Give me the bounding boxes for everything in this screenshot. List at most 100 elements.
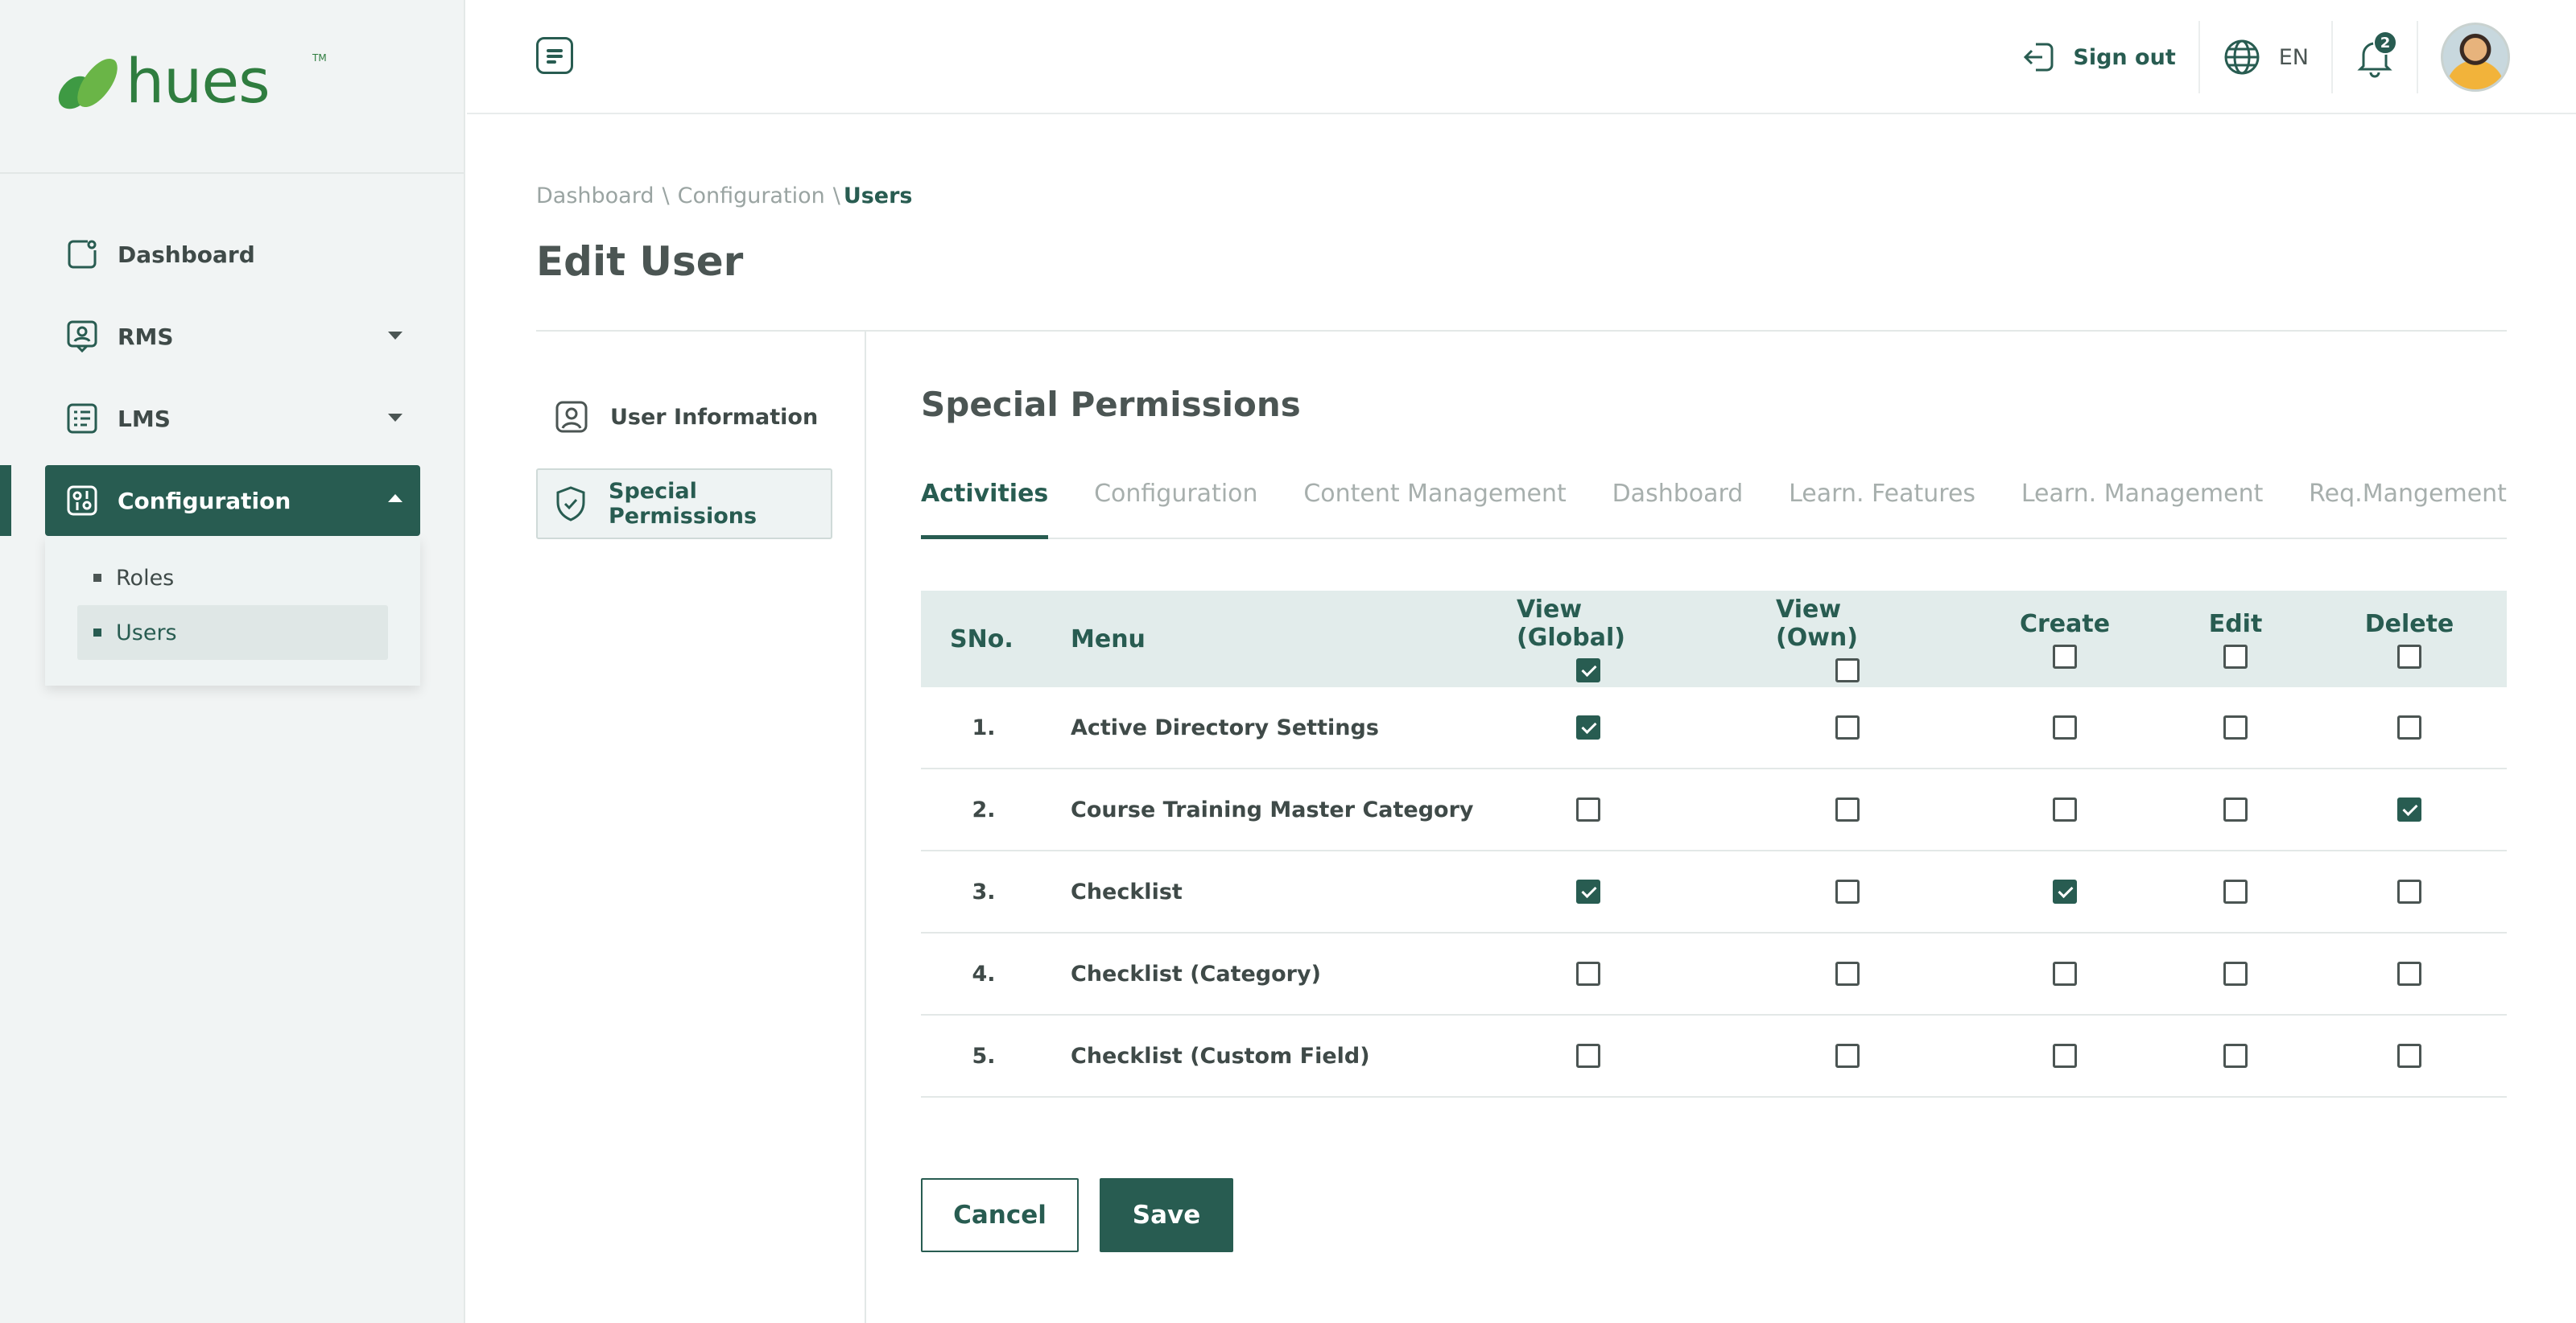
avatar <box>2441 23 2510 92</box>
column-header-label: Delete <box>2364 609 2454 638</box>
shield-check-icon <box>554 486 588 521</box>
checkbox-view-own[interactable] <box>1835 715 1860 740</box>
language-selector[interactable]: EN <box>2200 21 2333 93</box>
section-tab-special-permissions[interactable]: Special Permissions <box>536 468 832 539</box>
configuration-submenu: Roles Users <box>45 536 420 686</box>
checkbox-create[interactable] <box>2053 798 2077 822</box>
tab-dashboard[interactable]: Dashboard <box>1612 473 1744 538</box>
checkbox-view-own[interactable] <box>1835 962 1860 986</box>
menu-toggle-icon[interactable] <box>536 37 573 74</box>
column-header-menu: Menu <box>1071 591 1521 687</box>
breadcrumb: Dashboard \ Configuration \ Users <box>536 183 913 208</box>
sign-out-button[interactable]: Sign out <box>1999 21 2200 93</box>
checkbox-view-own[interactable] <box>1835 798 1860 822</box>
sidebar-item-lms[interactable]: LMS <box>45 383 420 454</box>
column-header-label: View (Global) <box>1517 596 1625 652</box>
sidebar-item-rms[interactable]: RMS <box>45 301 420 372</box>
notification-badge: 2 <box>2373 31 2397 55</box>
tab-learn-management[interactable]: Learn. Management <box>2021 473 2264 538</box>
cell-menu: Checklist (Category) <box>1071 961 1321 987</box>
column-header-delete: Delete <box>2338 591 2481 687</box>
cell-sno: 4. <box>972 961 996 987</box>
notifications-button[interactable]: 2 <box>2333 21 2418 93</box>
tab-content-management[interactable]: Content Management <box>1303 473 1566 538</box>
submenu-item-roles[interactable]: Roles <box>77 550 388 605</box>
checkbox-edit[interactable] <box>2223 1044 2248 1068</box>
chevron-down-icon[interactable] <box>388 414 402 422</box>
select-all-checkbox-view-own[interactable] <box>1835 658 1860 682</box>
breadcrumb-item-dashboard[interactable]: Dashboard <box>536 183 654 208</box>
breadcrumb-separator: \ <box>832 183 840 208</box>
cell-sno: 1. <box>972 715 996 740</box>
chevron-down-icon[interactable] <box>388 332 402 340</box>
section-tab-label: Special Permissions <box>609 479 758 529</box>
checkbox-view-global[interactable] <box>1576 962 1600 986</box>
checkbox-edit[interactable] <box>2223 880 2248 904</box>
select-all-checkbox-edit[interactable] <box>2223 644 2248 669</box>
language-label: EN <box>2278 44 2309 70</box>
submenu-item-label: Users <box>116 620 177 645</box>
checkbox-view-global[interactable] <box>1576 1044 1600 1068</box>
table-row: 4. Checklist (Category) <box>921 934 2507 1016</box>
tab-activities[interactable]: Activities <box>921 473 1049 539</box>
checkbox-edit[interactable] <box>2223 715 2248 740</box>
sidebar-item-label: Configuration <box>118 487 291 514</box>
checkbox-view-own[interactable] <box>1835 880 1860 904</box>
page-title: Edit User <box>536 238 744 285</box>
table-row: 3. Checklist <box>921 851 2507 934</box>
checkbox-edit[interactable] <box>2223 962 2248 986</box>
cancel-button[interactable]: Cancel <box>921 1178 1079 1252</box>
checkbox-edit[interactable] <box>2223 798 2248 822</box>
dashboard-icon <box>64 237 100 272</box>
permission-tabs: Activities Configuration Content Managem… <box>921 473 2507 539</box>
checkbox-delete[interactable] <box>2397 962 2421 986</box>
brand-logo[interactable]: hues TM <box>53 45 327 117</box>
logo-text: hues <box>126 45 270 117</box>
column-header-label: Menu <box>1071 624 1146 653</box>
table-body: 1. Active Directory Settings 2. Course T… <box>921 687 2507 1098</box>
column-header-label: SNo. <box>950 624 1013 653</box>
checkbox-create[interactable] <box>2053 880 2077 904</box>
tab-req-management[interactable]: Req.Mangement <box>2309 473 2507 538</box>
tab-configuration[interactable]: Configuration <box>1094 473 1257 538</box>
column-header-sno: SNo. <box>921 591 1046 687</box>
checkbox-view-own[interactable] <box>1835 1044 1860 1068</box>
checkbox-create[interactable] <box>2053 1044 2077 1068</box>
select-all-checkbox-view-global[interactable] <box>1576 658 1600 682</box>
checkbox-delete[interactable] <box>2397 798 2421 822</box>
cell-sno: 3. <box>972 879 996 905</box>
checkbox-view-global[interactable] <box>1576 798 1600 822</box>
table-row: 2. Course Training Master Category <box>921 769 2507 851</box>
rms-icon <box>64 319 100 354</box>
checkbox-create[interactable] <box>2053 962 2077 986</box>
cell-menu: Course Training Master Category <box>1071 797 1474 822</box>
checkbox-view-global[interactable] <box>1576 715 1600 740</box>
select-all-checkbox-delete[interactable] <box>2397 644 2421 669</box>
select-all-checkbox-create[interactable] <box>2053 644 2077 669</box>
cell-menu: Checklist <box>1071 879 1183 905</box>
sidebar-item-configuration[interactable]: Configuration <box>45 465 420 536</box>
checkbox-delete[interactable] <box>2397 880 2421 904</box>
submenu-item-users[interactable]: Users <box>77 605 388 660</box>
checkbox-delete[interactable] <box>2397 1044 2421 1068</box>
content-divider <box>865 332 866 1323</box>
checkbox-view-global[interactable] <box>1576 880 1600 904</box>
bullet-icon <box>93 574 101 582</box>
column-header-label: Create <box>2019 609 2111 638</box>
user-profile-button[interactable] <box>2418 21 2510 93</box>
sidebar-divider <box>0 172 464 174</box>
breadcrumb-item-configuration[interactable]: Configuration <box>678 183 825 208</box>
breadcrumb-separator: \ <box>662 183 670 208</box>
sidebar-item-label: RMS <box>118 323 174 350</box>
sidebar-item-label: LMS <box>118 405 171 432</box>
save-button[interactable]: Save <box>1100 1178 1233 1252</box>
section-tab-user-information[interactable]: User Information <box>536 381 832 452</box>
column-header-view-global: View (Global) <box>1517 591 1660 687</box>
checkbox-create[interactable] <box>2053 715 2077 740</box>
tab-learn-features[interactable]: Learn. Features <box>1789 473 1975 538</box>
edit-user-sections: User Information Special Permissions <box>536 381 832 555</box>
chevron-up-icon[interactable] <box>388 494 402 502</box>
sidebar-nav: Dashboard RMS LMS Configuration <box>45 219 420 547</box>
sidebar-item-dashboard[interactable]: Dashboard <box>45 219 420 290</box>
checkbox-delete[interactable] <box>2397 715 2421 740</box>
